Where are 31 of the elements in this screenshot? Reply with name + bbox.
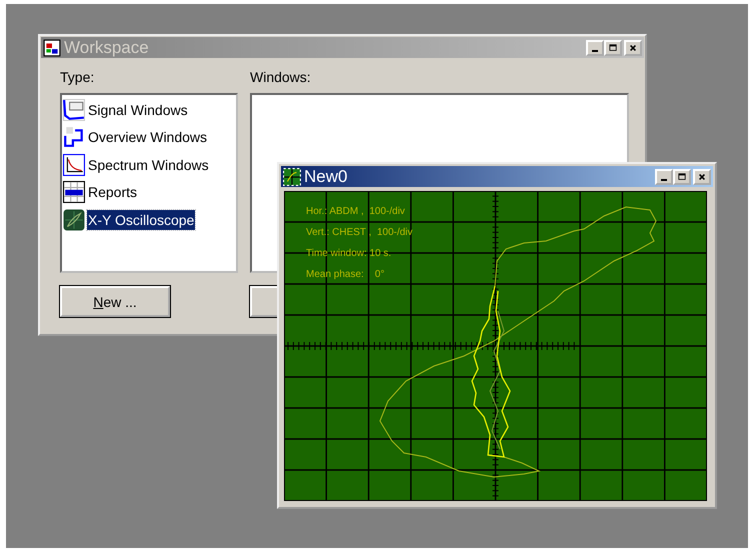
report-icon (63, 181, 85, 204)
close-button[interactable] (693, 168, 711, 184)
type-label-text: Signal Windows (87, 100, 189, 120)
type-item[interactable]: Spectrum Windows (63, 151, 235, 178)
scope-icon (63, 208, 85, 231)
app-icon (43, 38, 61, 56)
close-icon (629, 42, 637, 52)
overview-icon (63, 126, 85, 148)
type-label-text: Overview Windows (87, 128, 208, 148)
type-item[interactable]: Signal Windows (63, 96, 235, 124)
window-title: Workspace (64, 38, 149, 58)
type-item[interactable]: X-Y Oscilloscope (63, 206, 235, 234)
scope-icon (283, 168, 301, 186)
type-label-text: Reports (87, 183, 138, 202)
new-button[interactable]: New ... (60, 286, 170, 317)
close-icon (698, 172, 706, 182)
maximize-icon (609, 42, 617, 52)
minimize-button[interactable] (655, 168, 673, 184)
spectrum-icon (63, 154, 85, 176)
minimize-icon (592, 50, 598, 52)
type-label: Type: (60, 68, 96, 87)
window-title: New0 (304, 166, 348, 186)
signal-icon (63, 98, 85, 121)
type-label-text: Spectrum Windows (87, 156, 210, 175)
maximize-button[interactable] (673, 168, 691, 184)
type-item[interactable]: Reports (63, 178, 235, 206)
minimize-icon (661, 178, 667, 180)
maximize-icon (678, 172, 686, 182)
type-label-text: X-Y Oscilloscope (87, 210, 196, 230)
windows-label: Windows: (250, 68, 312, 87)
type-item[interactable]: Overview Windows (63, 124, 235, 151)
